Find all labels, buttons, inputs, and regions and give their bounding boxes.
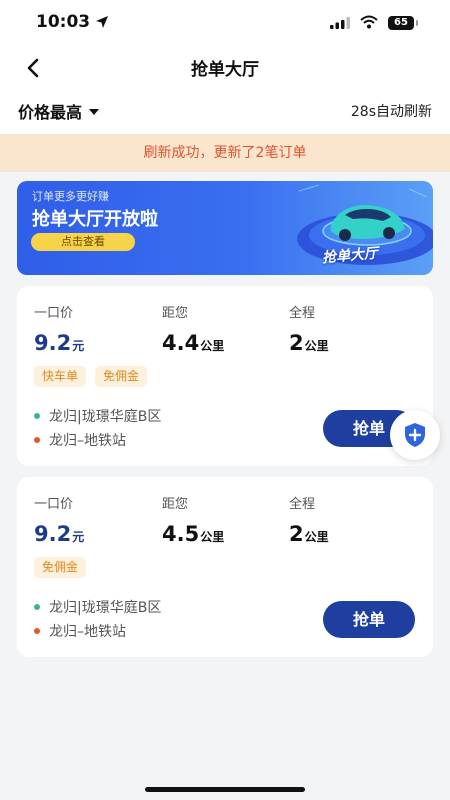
destination-text: 龙归–地铁站 <box>49 433 126 449</box>
total-unit: 公里 <box>304 339 329 353</box>
promo-banner[interactable]: 订单更多更好赚 抢单大厅开放啦 点击查看 抢单大厅 <box>17 181 433 275</box>
price-label: 一口价 <box>34 497 74 512</box>
total-label: 全程 <box>289 497 316 512</box>
order-card: 一口价 9.2元 距您 4.4公里 全程 2公里 快车单 免佣金 龙归|珑璟华庭… <box>17 286 433 466</box>
distance-value: 4.5 <box>162 522 200 546</box>
destination-dot-icon <box>34 437 40 443</box>
route-destination: 龙归–地铁站 <box>34 430 126 450</box>
status-bar: 10:03 65 <box>0 0 450 46</box>
origin-text: 龙归|珑璟华庭B区 <box>49 409 162 425</box>
route-destination: 龙归–地铁站 <box>34 621 126 641</box>
order-tags: 快车单 免佣金 <box>34 366 148 387</box>
safety-shield-button[interactable] <box>390 410 440 460</box>
route-origin: 龙归|珑璟华庭B区 <box>34 597 161 617</box>
origin-dot-icon <box>34 413 40 419</box>
route-origin: 龙归|珑璟华庭B区 <box>34 406 161 426</box>
nav-bar: 抢单大厅 <box>0 46 450 88</box>
battery-level: 65 <box>388 16 414 30</box>
distance-label: 距您 <box>162 497 189 512</box>
destination-dot-icon <box>34 628 40 634</box>
status-time: 10:03 <box>36 12 91 32</box>
auto-refresh-countdown: 28s自动刷新 <box>350 104 432 120</box>
distance-label: 距您 <box>162 306 189 321</box>
destination-text: 龙归–地铁站 <box>49 624 126 640</box>
total-value: 2 <box>289 522 304 546</box>
total-unit: 公里 <box>304 530 329 544</box>
distance-value: 4.4 <box>162 331 200 355</box>
order-tags: 免佣金 <box>34 557 87 578</box>
origin-dot-icon <box>34 604 40 610</box>
tag-express: 快车单 <box>34 366 87 387</box>
home-indicator <box>145 787 305 792</box>
shield-plus-icon <box>405 423 425 447</box>
tag-no-commission: 免佣金 <box>34 557 87 578</box>
price-value: 9.2 <box>34 331 72 355</box>
order-card: 一口价 9.2元 距您 4.5公里 全程 2公里 免佣金 龙归|珑璟华庭B区 龙… <box>17 477 433 657</box>
total-value: 2 <box>289 331 304 355</box>
price-label: 一口价 <box>34 306 74 321</box>
price-unit: 元 <box>72 530 85 544</box>
banner-subtitle: 订单更多更好赚 <box>32 190 109 203</box>
page-title: 抢单大厅 <box>191 60 259 80</box>
price-value: 9.2 <box>34 522 72 546</box>
banner-view-button[interactable]: 点击查看 <box>31 233 135 251</box>
distance-unit: 公里 <box>200 530 225 544</box>
refresh-notice: 刷新成功，更新了2笔订单 <box>0 134 450 172</box>
grab-order-button[interactable]: 抢单 <box>323 601 415 638</box>
origin-text: 龙归|珑璟华庭B区 <box>49 600 162 616</box>
signal-icon <box>330 17 350 29</box>
sort-label: 价格最高 <box>18 103 83 122</box>
caret-down-icon <box>89 109 100 115</box>
location-arrow-icon <box>96 16 108 28</box>
tag-no-commission: 免佣金 <box>95 366 148 387</box>
distance-unit: 公里 <box>200 339 225 353</box>
banner-title: 抢单大厅开放啦 <box>32 209 158 230</box>
wifi-icon <box>360 15 378 29</box>
total-label: 全程 <box>289 306 316 321</box>
filter-bar: 价格最高 28s自动刷新 <box>0 88 450 134</box>
price-unit: 元 <box>72 339 85 353</box>
battery-icon: 65 <box>388 16 418 30</box>
sort-dropdown[interactable]: 价格最高 <box>18 99 100 123</box>
